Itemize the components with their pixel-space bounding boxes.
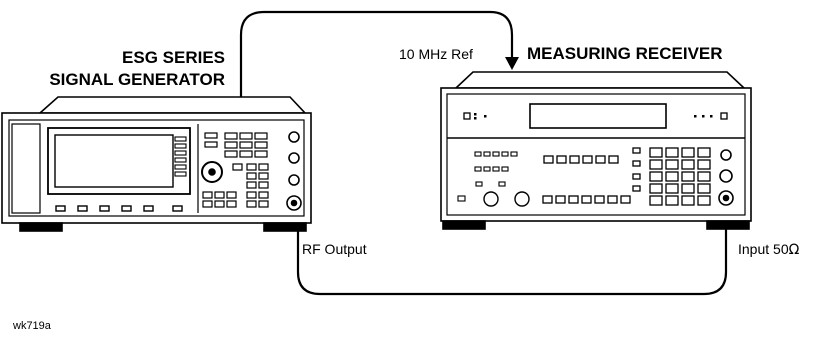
measuring-receiver-knob-right — [514, 191, 530, 207]
signal-generator-title-line2: SIGNAL GENERATOR — [49, 70, 225, 89]
measuring-receiver — [440, 71, 752, 230]
test-setup-diagram: ESG SERIES SIGNAL GENERATOR 10 MHz Ref M… — [1, 10, 800, 332]
measuring-receiver-left-foot — [442, 220, 486, 230]
figure-id: wk719a — [12, 320, 52, 332]
ohm-symbol: Ω — [789, 242, 800, 258]
input-connector-pin — [722, 194, 730, 202]
input-label: Input 50Ω — [738, 241, 800, 258]
ref-connection-label: 10 MHz Ref — [399, 46, 473, 62]
signal-generator-connectors — [288, 131, 300, 186]
signal-generator — [1, 96, 312, 232]
rf-output-connector-pin — [290, 199, 298, 207]
measuring-receiver-title: MEASURING RECEIVER — [527, 44, 723, 63]
measuring-receiver-display — [529, 103, 667, 129]
signal-generator-top-panel — [37, 96, 307, 114]
measuring-receiver-indicators — [463, 112, 471, 120]
rf-output-label: RF Output — [302, 241, 367, 257]
measuring-receiver-right-foot — [706, 220, 750, 230]
signal-generator-title-line1: ESG SERIES — [122, 48, 225, 67]
signal-generator-left-foot — [19, 222, 63, 232]
measuring-receiver-top-panel — [453, 71, 747, 89]
measuring-receiver-knob-left — [483, 191, 499, 207]
input-label-text: Input 50 — [738, 241, 789, 257]
signal-generator-right-foot — [263, 222, 307, 232]
